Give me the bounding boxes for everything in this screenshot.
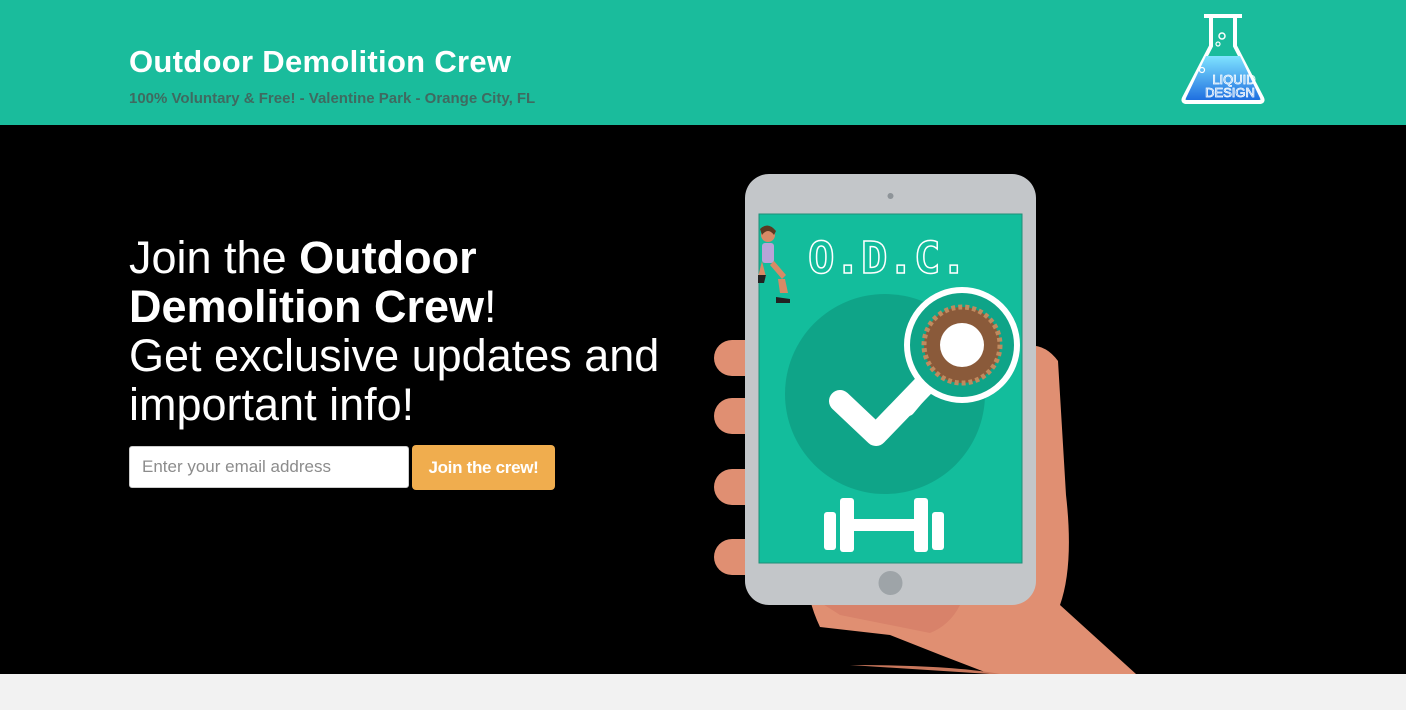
site-title[interactable]: Outdoor Demolition Crew — [129, 44, 511, 80]
phone-illustration: O.D.C. — [714, 174, 1136, 674]
hero-headline: Join the Outdoor Demolition Crew! Get exc… — [129, 233, 689, 429]
email-input[interactable] — [129, 446, 409, 488]
headline-updates: Get exclusive updates and important info… — [129, 330, 660, 430]
svg-text:DESIGN: DESIGN — [1205, 85, 1255, 100]
join-crew-button[interactable]: Join the crew! — [412, 445, 555, 490]
site-header: Outdoor Demolition Crew 100% Voluntary &… — [0, 0, 1406, 125]
hero-section: Join the Outdoor Demolition Crew! Get exc… — [0, 125, 1406, 674]
flask-logo-icon[interactable]: LIQUID DESIGN — [1178, 12, 1268, 106]
site-subtitle: 100% Voluntary & Free! - Valentine Park … — [129, 90, 536, 107]
headline-intro: Join the — [129, 232, 300, 283]
screen-title: O.D.C. — [808, 233, 967, 284]
page-footer-strip — [0, 674, 1406, 710]
headline-exclaim: ! — [484, 281, 497, 332]
